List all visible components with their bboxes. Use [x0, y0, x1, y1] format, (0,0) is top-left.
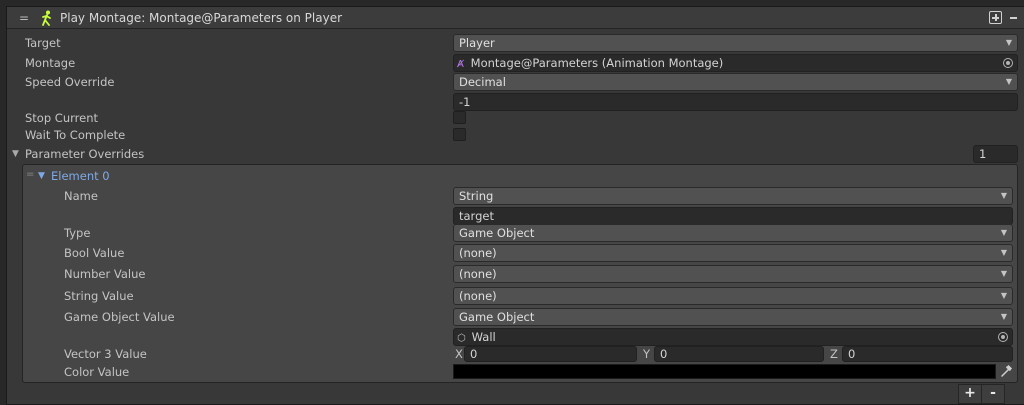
- number-value-value: (none): [459, 267, 497, 281]
- minus-icon[interactable]: [1008, 13, 1018, 23]
- vector3-value-label: Vector 3 Value: [64, 347, 147, 361]
- color-swatch[interactable]: [453, 364, 996, 379]
- chevron-down-icon: ▼: [1000, 312, 1007, 321]
- chevron-down-icon: ▼: [1005, 77, 1012, 86]
- chevron-down-icon: ▼: [1000, 269, 1007, 278]
- chevron-down-icon: ▼: [1000, 228, 1007, 237]
- type-value: Game Object: [459, 226, 535, 240]
- number-value-dropdown[interactable]: (none) ▼: [453, 265, 1013, 283]
- wait-to-complete-label: Wait To Complete: [25, 128, 126, 142]
- walking-figure-icon: [40, 10, 54, 26]
- bool-value-label: Bool Value: [64, 246, 125, 260]
- vector3-y-label: Y: [643, 347, 651, 361]
- bool-value-dropdown[interactable]: (none) ▼: [453, 244, 1013, 262]
- remove-element-button[interactable]: -: [981, 384, 1005, 404]
- chevron-down-icon: ▼: [1000, 291, 1007, 300]
- target-value: Player: [459, 36, 495, 50]
- name-dropdown[interactable]: String ▼: [453, 187, 1013, 205]
- speed-override-value: Decimal: [459, 75, 506, 89]
- game-object-name: Wall: [471, 330, 496, 344]
- bool-value-value: (none): [459, 246, 497, 260]
- montage-value: Montage@Parameters (Animation Montage): [470, 56, 724, 70]
- speed-override-dropdown[interactable]: Decimal ▼: [453, 73, 1018, 91]
- parameter-overrides-label[interactable]: Parameter Overrides: [25, 146, 144, 162]
- name-type-value: String: [459, 189, 494, 203]
- element-foldout-arrow-icon[interactable]: ▼: [38, 169, 48, 183]
- parameter-overrides-count-field[interactable]: 1: [973, 145, 1018, 163]
- wait-to-complete-checkbox[interactable]: [453, 128, 466, 141]
- number-value-label: Number Value: [64, 267, 146, 281]
- string-value-label: String Value: [64, 289, 134, 303]
- element-drag-handle-icon[interactable]: =: [26, 168, 36, 182]
- game-object-field[interactable]: ⬡ Wall: [453, 328, 1013, 346]
- string-value-dropdown[interactable]: (none) ▼: [453, 287, 1013, 305]
- name-text-field[interactable]: target: [453, 207, 1013, 225]
- game-object-value-label: Game Object Value: [64, 310, 175, 324]
- montage-asset-icon: Ⱥ: [457, 59, 464, 70]
- vector3-x-field[interactable]: 0: [464, 346, 637, 362]
- string-value-value: (none): [459, 289, 497, 303]
- panel-title: Play Montage: Montage@Parameters on Play…: [60, 11, 343, 25]
- vector3-y-field[interactable]: 0: [654, 346, 824, 362]
- object-picker-icon[interactable]: [1003, 58, 1013, 68]
- add-element-button[interactable]: +: [958, 384, 982, 404]
- stop-current-checkbox[interactable]: [453, 111, 466, 124]
- object-picker-icon[interactable]: [998, 332, 1008, 342]
- type-dropdown[interactable]: Game Object ▼: [453, 224, 1013, 242]
- name-label: Name: [64, 189, 98, 203]
- montage-label: Montage: [25, 56, 76, 70]
- plus-box-icon[interactable]: [989, 11, 1002, 24]
- eyedropper-icon[interactable]: [999, 364, 1013, 379]
- speed-override-label: Speed Override: [25, 75, 115, 89]
- chevron-down-icon: ▼: [1000, 248, 1007, 257]
- stop-current-label: Stop Current: [25, 111, 98, 125]
- chevron-down-icon: ▼: [1005, 38, 1012, 47]
- chevron-down-icon: ▼: [1000, 191, 1007, 200]
- target-label: Target: [25, 36, 61, 50]
- color-value-label: Color Value: [64, 365, 130, 379]
- foldout-arrow-icon[interactable]: ▼: [12, 147, 22, 161]
- speed-override-number-field[interactable]: -1: [453, 93, 1018, 111]
- drag-handle-icon[interactable]: =: [17, 10, 31, 26]
- vector3-z-field[interactable]: 0: [842, 346, 1013, 362]
- vector3-x-label: X: [455, 347, 463, 361]
- type-label: Type: [64, 226, 91, 240]
- element-title[interactable]: Element 0: [51, 168, 110, 184]
- montage-object-field[interactable]: Ⱥ Montage@Parameters (Animation Montage): [453, 54, 1018, 72]
- game-object-value-dropdown[interactable]: Game Object ▼: [453, 308, 1013, 326]
- vector3-z-label: Z: [830, 347, 838, 361]
- target-dropdown[interactable]: Player ▼: [453, 34, 1018, 52]
- game-object-value-type: Game Object: [459, 310, 535, 324]
